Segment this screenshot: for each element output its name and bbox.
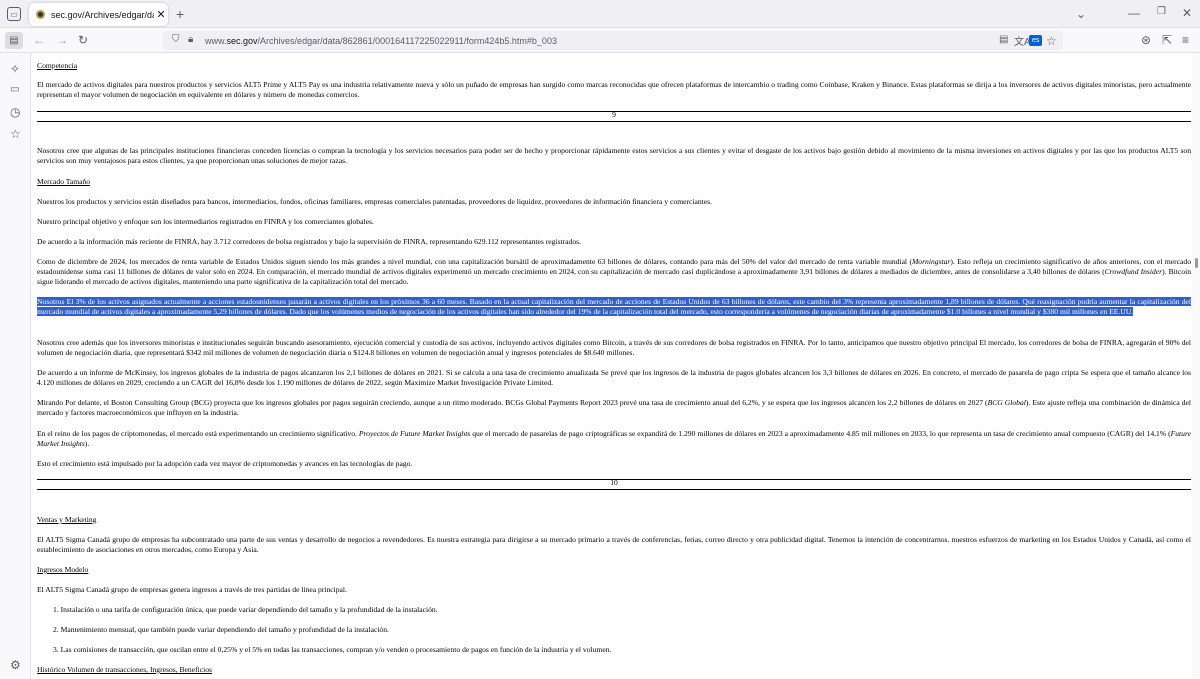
paragraph-ingresos: El ALT5 Sigma Canadá grupo de empresas g… bbox=[37, 585, 347, 594]
ai-chatbot-icon[interactable]: ✧ bbox=[10, 62, 20, 76]
back-icon[interactable]: ← bbox=[33, 33, 45, 47]
url-bar[interactable]: ⛉ 🔒︎ www.sec.gov/Archives/edgar/data/862… bbox=[163, 31, 1063, 50]
paragraph-crecimiento: Esto el crecimiento está impulsado por l… bbox=[37, 459, 413, 468]
page-number-10: 10 bbox=[610, 478, 618, 487]
history-icon[interactable]: ◷ bbox=[10, 105, 20, 119]
text-selection[interactable]: Nosotros El 3% de los activos asignados … bbox=[37, 297, 1191, 316]
paragraph-bcg: Mirando Por delante, el Boston Consultin… bbox=[37, 398, 1191, 418]
browser-tab[interactable]: sec.gov/Archives/edgar/data/8€ ✕ bbox=[29, 3, 168, 26]
heading-competencia: Competencia bbox=[37, 61, 78, 70]
url-path: /Archives/edgar/data/862861/000164117225… bbox=[257, 35, 557, 46]
url-text[interactable]: www.sec.gov/Archives/edgar/data/862861/0… bbox=[205, 36, 557, 46]
paragraph-nosotros-inversores: Nosotros cree además que los inversores … bbox=[37, 338, 1191, 357]
heading-historico: Histórico Volumen de transacciones, Ingr… bbox=[37, 665, 212, 674]
text-span: Mirando Por delante, el Boston Consultin… bbox=[37, 398, 988, 407]
paragraph-competencia: El mercado de activos digitales para nue… bbox=[37, 80, 1191, 99]
text-span: En el reino de los pagos de criptomoneda… bbox=[37, 429, 359, 438]
bookmark-star-icon[interactable]: ☆ bbox=[1046, 34, 1057, 48]
paragraph-mckinsey: De acuerdo a un informe de McKinsey, los… bbox=[37, 368, 1191, 387]
heading-ventas-marketing: Ventas y Marketing bbox=[37, 515, 97, 524]
source-morningstar: Morningstar bbox=[911, 257, 951, 266]
tab-title: sec.gov/Archives/edgar/data/8€ bbox=[51, 9, 154, 20]
text-span: ). bbox=[84, 439, 90, 448]
new-tab-icon[interactable]: + bbox=[176, 6, 184, 22]
paragraph-nosotros-cree: Nosotros cree que algunas de las princip… bbox=[37, 146, 1191, 165]
page-divider bbox=[37, 121, 1191, 122]
menu-icon[interactable]: ≡ bbox=[1182, 33, 1189, 47]
paragraph-diciembre-2024: Como de diciembre de 2024, los mercados … bbox=[37, 257, 1191, 287]
text-span: Como de diciembre de 2024, los mercados … bbox=[37, 257, 912, 266]
scrollbar-thumb[interactable] bbox=[1195, 258, 1198, 268]
list-item: 1. Instalación o una tarifa de configura… bbox=[53, 605, 438, 614]
source-bcg-global: BCG Global bbox=[987, 398, 1026, 407]
paragraph-objetivo: Nuestro principal objetivo y enfoque son… bbox=[37, 217, 374, 226]
synced-tabs-icon[interactable]: ▭ bbox=[10, 84, 19, 95]
source-crowdfund-insider: Crowdfund Insider bbox=[1104, 267, 1163, 276]
close-window-icon[interactable]: ✕ bbox=[1182, 6, 1192, 20]
tab-overview-icon[interactable]: ▭ bbox=[7, 7, 21, 21]
paragraph-productos: Nuestros los productos y servicios están… bbox=[37, 197, 712, 206]
page-number-9: 9 bbox=[612, 110, 616, 119]
lock-icon[interactable]: 🔒︎ bbox=[188, 34, 193, 45]
translate-language-badge[interactable]: es bbox=[1029, 35, 1043, 46]
paragraph-finra: De acuerdo a la información más reciente… bbox=[37, 237, 581, 246]
list-item: 3. Las comisiones de transacción, que os… bbox=[53, 645, 612, 654]
document-page: Competencia El mercado de activos digita… bbox=[31, 53, 1192, 679]
minimize-icon[interactable]: — bbox=[1128, 6, 1140, 20]
page-divider bbox=[37, 489, 1191, 490]
share-icon[interactable]: ⇱ bbox=[1162, 33, 1172, 47]
bookmarks-icon[interactable]: ☆ bbox=[10, 127, 21, 141]
source-future-market-insights: Proyectos de Future Market Insights bbox=[358, 429, 471, 438]
close-tab-icon[interactable]: ✕ bbox=[154, 8, 168, 21]
list-item: 2. Mantenimiento mensual, que también pu… bbox=[53, 625, 389, 634]
paragraph-selected-highlight[interactable]: Nosotros El 3% de los activos asignados … bbox=[37, 297, 1191, 317]
sidebar-toggle-icon[interactable]: ▤ bbox=[5, 32, 23, 49]
url-domain: sec.gov bbox=[226, 35, 258, 46]
customize-sidebar-icon[interactable]: ⚙ bbox=[10, 658, 21, 672]
url-prefix: www. bbox=[205, 35, 227, 46]
favicon-icon bbox=[36, 10, 45, 19]
title-bar: ▭ sec.gov/Archives/edgar/data/8€ ✕ + ⌄ —… bbox=[0, 0, 1200, 28]
vertical-scrollbar[interactable] bbox=[1192, 53, 1200, 679]
reload-icon[interactable]: ↻ bbox=[78, 33, 88, 47]
text-span: que el mercado de pasarelas de pago crip… bbox=[470, 429, 1171, 438]
sidebar: ✧ ▭ ◷ ☆ ⚙ bbox=[0, 53, 31, 679]
list-tabs-icon[interactable]: ⌄ bbox=[1076, 7, 1086, 21]
reader-view-icon[interactable]: ▤ bbox=[999, 34, 1008, 45]
restore-icon[interactable]: ❐ bbox=[1157, 6, 1166, 17]
paragraph-criptomonedas: En el reino de los pagos de criptomoneda… bbox=[37, 429, 1191, 449]
paragraph-ventas: El ALT5 Sigma Canadá grupo de empresas h… bbox=[37, 535, 1191, 554]
heading-mercado-tamano: Mercado Tamaño bbox=[37, 177, 91, 186]
forward-icon[interactable]: → bbox=[56, 33, 68, 47]
shield-icon[interactable]: ⛉ bbox=[172, 34, 180, 45]
heading-ingresos-modelo: Ingresos Modelo bbox=[37, 565, 89, 574]
extensions-icon[interactable]: ⊛ bbox=[1141, 33, 1151, 47]
